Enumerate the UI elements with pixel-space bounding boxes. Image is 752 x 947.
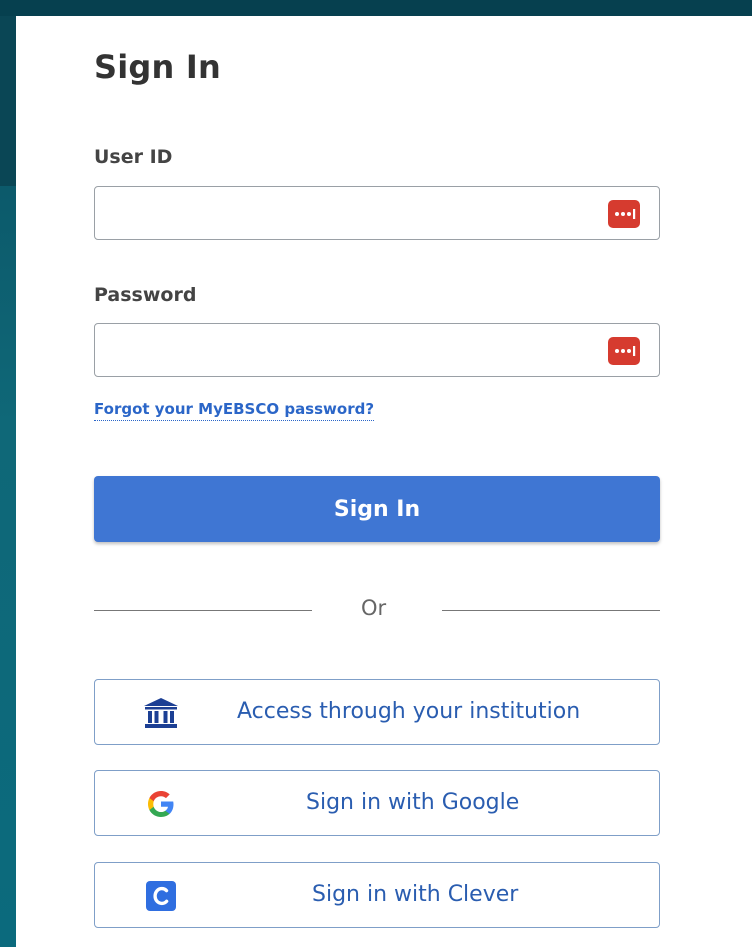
- user-id-field-wrapper: [94, 186, 660, 240]
- institution-icon: [143, 695, 179, 731]
- user-id-input[interactable]: [95, 187, 659, 239]
- divider-or-text: Or: [361, 596, 387, 620]
- forgot-password-link[interactable]: Forgot your MyEBSCO password?: [94, 400, 375, 421]
- clever-sign-in-label: Sign in with Clever: [312, 882, 519, 907]
- background-band: [0, 16, 16, 186]
- institution-sign-in-button[interactable]: Access through your institution: [94, 679, 660, 745]
- sign-in-button[interactable]: Sign In: [94, 476, 660, 542]
- google-sign-in-label: Sign in with Google: [306, 790, 520, 815]
- institution-sign-in-label: Access through your institution: [237, 699, 581, 724]
- password-field-wrapper: [94, 323, 660, 377]
- password-input[interactable]: [95, 324, 659, 376]
- password-manager-icon[interactable]: [608, 337, 640, 365]
- background-top-bar: [0, 0, 752, 16]
- clever-icon: [143, 878, 179, 914]
- divider-line-left: [94, 610, 312, 611]
- user-id-label: User ID: [94, 146, 173, 168]
- divider-line-right: [442, 610, 660, 611]
- password-label: Password: [94, 284, 197, 306]
- clever-sign-in-button[interactable]: Sign in with Clever: [94, 862, 660, 928]
- password-manager-icon[interactable]: [608, 200, 640, 228]
- google-sign-in-button[interactable]: Sign in with Google: [94, 770, 660, 836]
- page-title: Sign In: [94, 48, 221, 86]
- google-icon: [143, 786, 179, 822]
- sign-in-card: Sign In User ID Password Forgot your MyE…: [16, 16, 752, 947]
